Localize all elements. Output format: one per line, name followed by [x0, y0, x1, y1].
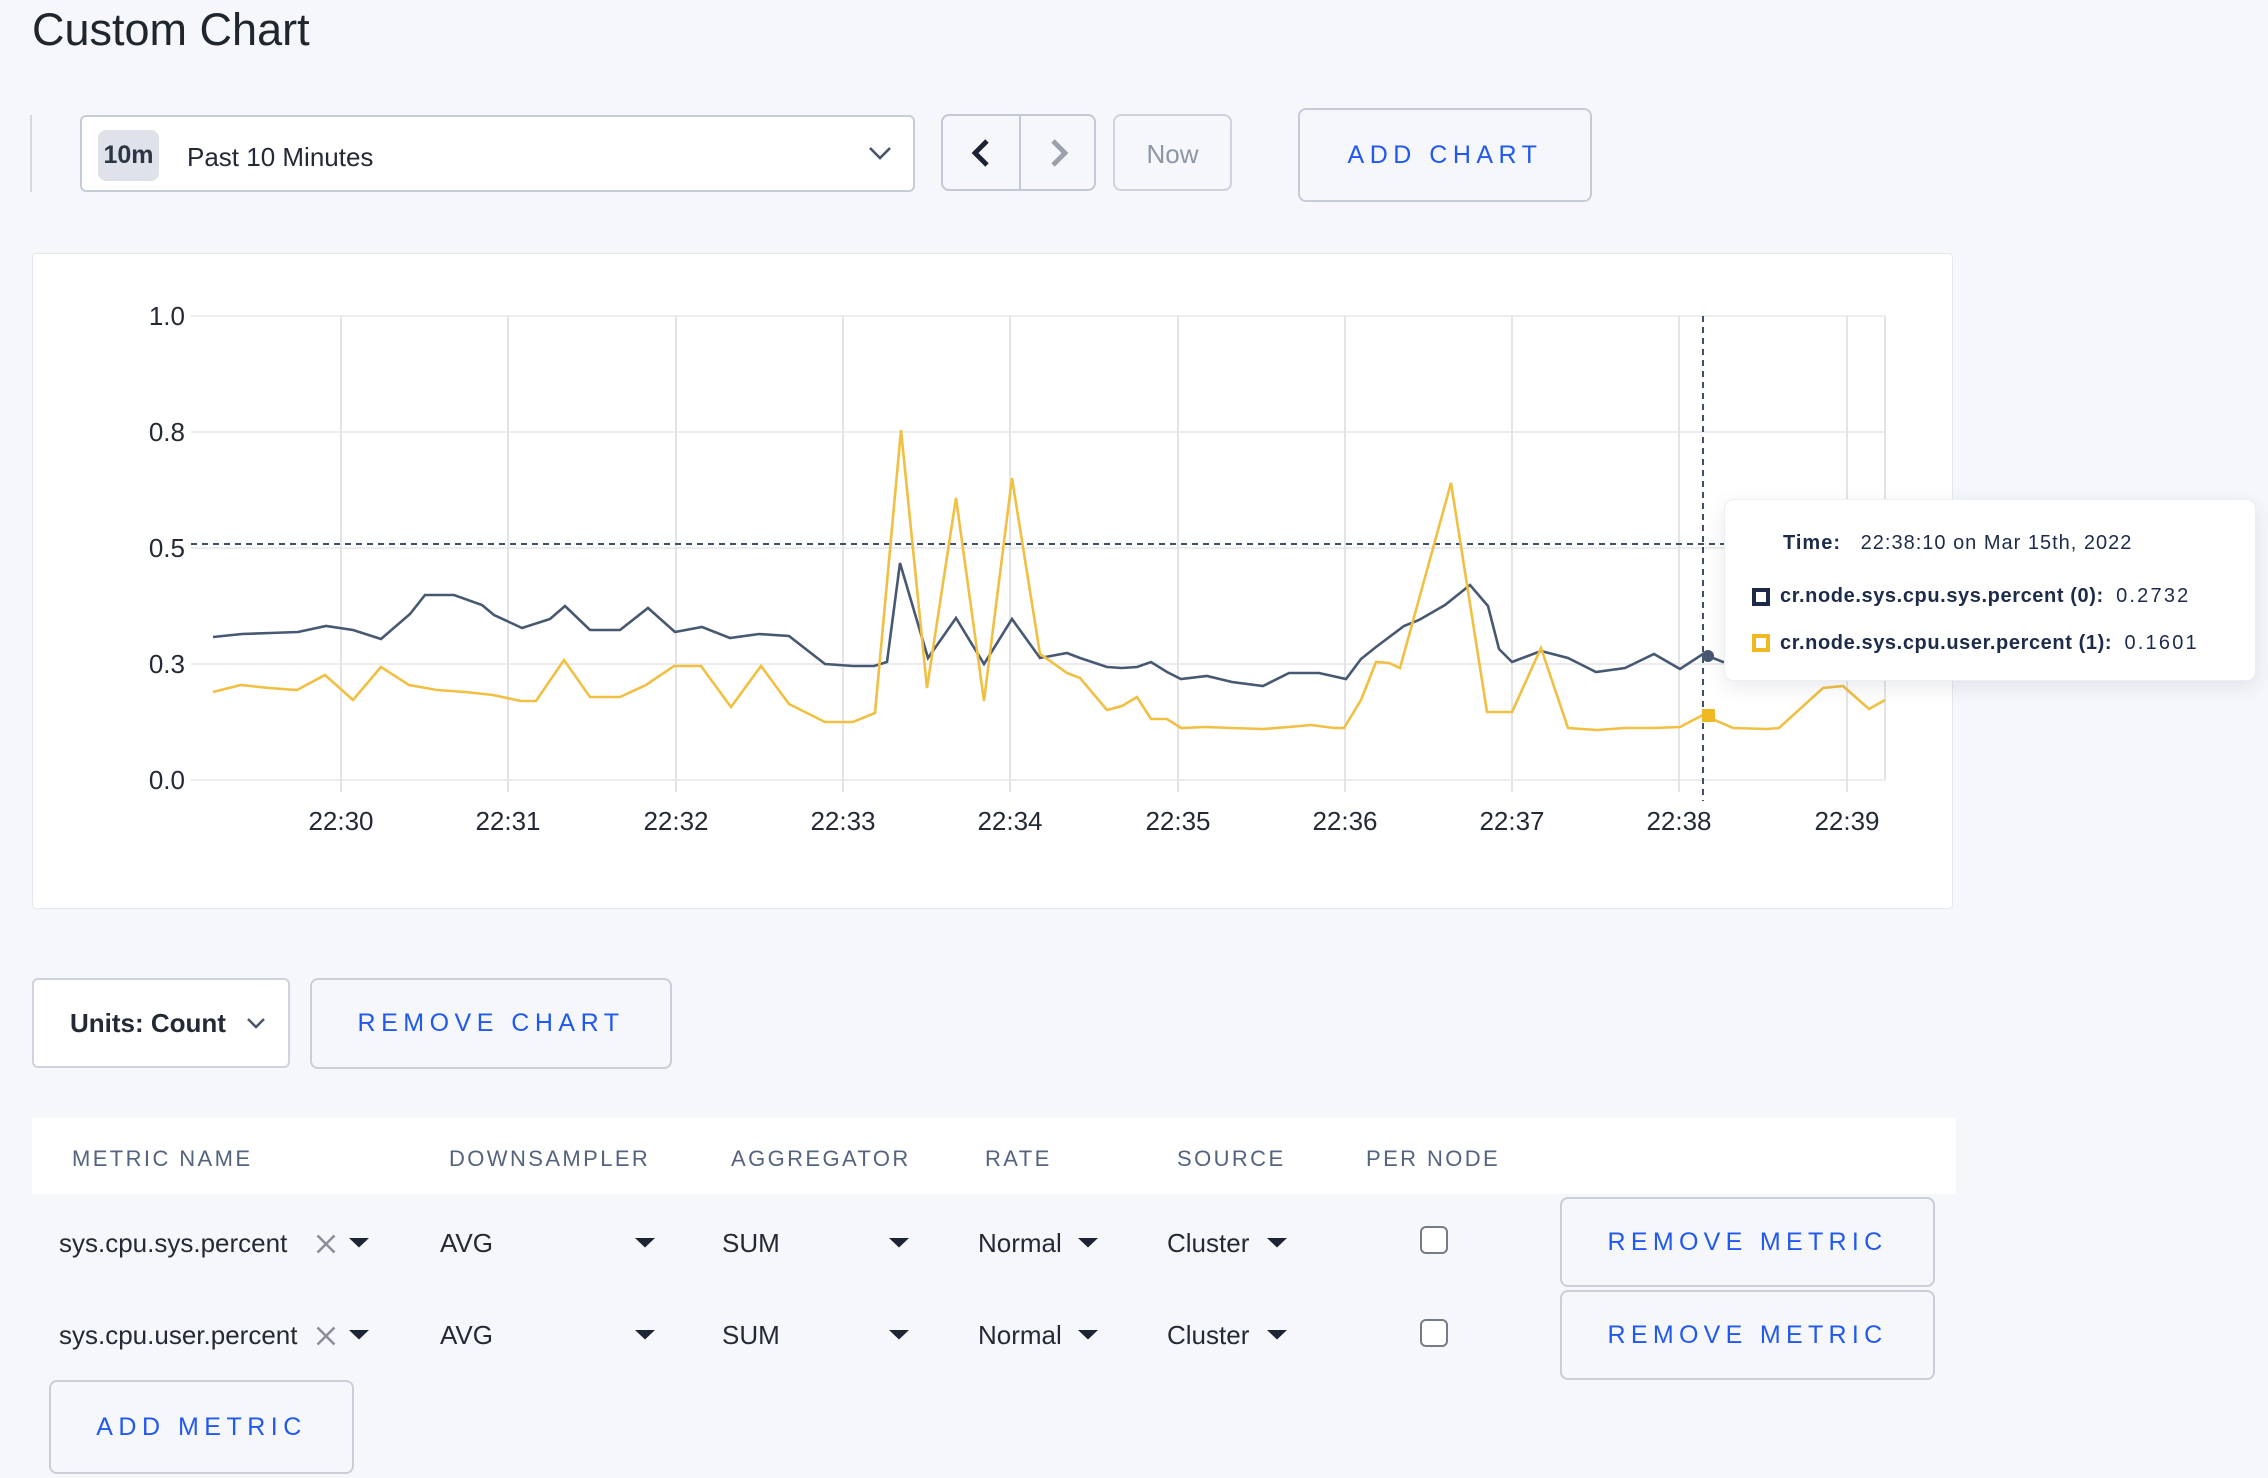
- svg-text:22:37: 22:37: [1479, 806, 1544, 836]
- svg-text:1.0: 1.0: [149, 301, 185, 331]
- svg-text:22:33: 22:33: [810, 806, 875, 836]
- svg-text:22:30: 22:30: [308, 806, 373, 836]
- svg-text:22:31: 22:31: [475, 806, 540, 836]
- svg-text:22:36: 22:36: [1312, 806, 1377, 836]
- svg-text:22:38: 22:38: [1646, 806, 1711, 836]
- svg-text:0.3: 0.3: [149, 649, 185, 679]
- svg-text:22:35: 22:35: [1145, 806, 1210, 836]
- svg-text:0.0: 0.0: [149, 765, 185, 795]
- svg-text:22:39: 22:39: [1814, 806, 1879, 836]
- svg-text:0.5: 0.5: [149, 533, 185, 563]
- svg-text:0.8: 0.8: [149, 417, 185, 447]
- svg-text:22:34: 22:34: [977, 806, 1042, 836]
- svg-text:22:32: 22:32: [643, 806, 708, 836]
